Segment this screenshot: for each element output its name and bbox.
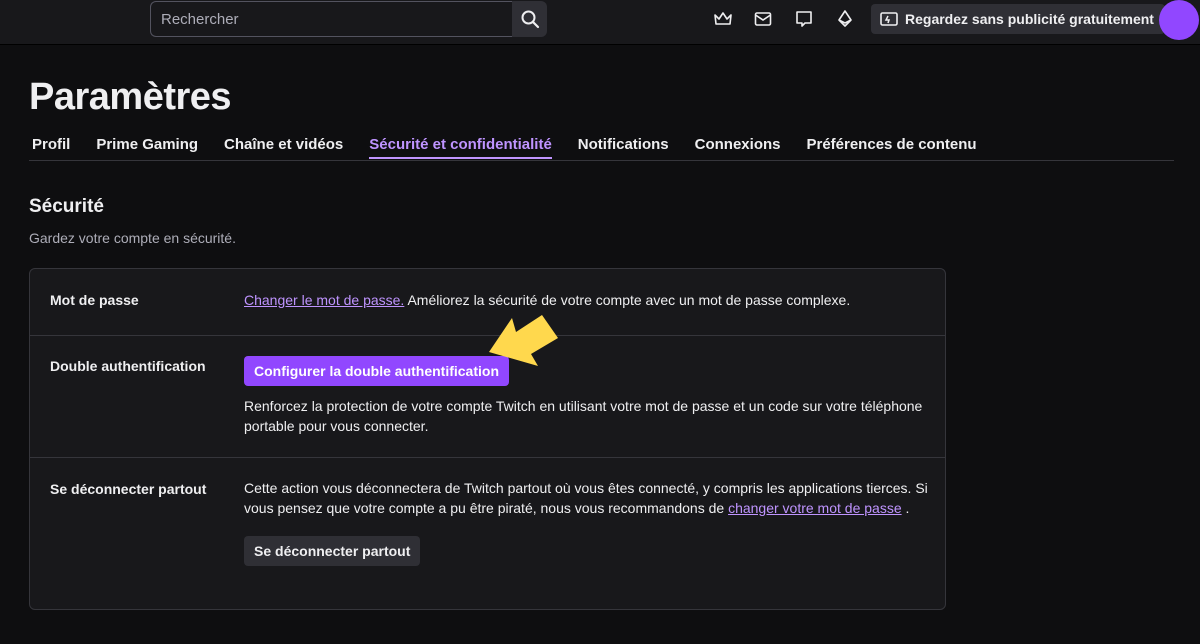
ad-free-button[interactable]: Regardez sans publicité gratuitement — [871, 4, 1165, 34]
ad-free-icon — [880, 12, 898, 26]
tab-profil[interactable]: Profil — [32, 127, 70, 159]
setup-two-factor-button[interactable]: Configurer la double authentification — [244, 356, 509, 386]
crown-icon[interactable] — [713, 9, 733, 29]
password-description: Améliorez la sécurité de votre compte av… — [404, 292, 851, 308]
logout-description: Cette action vous déconnectera de Twitch… — [244, 478, 934, 518]
page-title: Paramètres — [29, 76, 232, 118]
tab-prime-gaming[interactable]: Prime Gaming — [96, 127, 198, 159]
section-title: Sécurité — [29, 196, 104, 217]
ad-free-label: Regardez sans publicité gratuitement — [905, 11, 1154, 27]
password-content: Changer le mot de passe. Améliorez la sé… — [244, 290, 934, 310]
tab-securite-confidentialite[interactable]: Sécurité et confidentialité — [369, 127, 552, 159]
password-label: Mot de passe — [50, 292, 139, 308]
search-input[interactable] — [150, 1, 512, 37]
change-password-link[interactable]: Changer le mot de passe. — [244, 292, 404, 308]
logout-everywhere-content: Cette action vous déconnectera de Twitch… — [244, 478, 934, 566]
logout-everywhere-label: Se déconnecter partout — [50, 481, 207, 497]
search-button[interactable] — [512, 1, 547, 37]
settings-tabs: Profil Prime Gaming Chaîne et vidéos Séc… — [29, 127, 1174, 161]
change-password-inline-link[interactable]: changer votre mot de passe — [728, 500, 902, 516]
whispers-icon[interactable] — [794, 9, 814, 29]
search-bar — [150, 1, 547, 37]
top-nav-bar: Regardez sans publicité gratuitement — [0, 0, 1200, 44]
logout-everywhere-row: Se déconnecter partout Cette action vous… — [30, 457, 945, 609]
two-factor-content: Configurer la double authentification Re… — [244, 356, 934, 436]
tab-notifications[interactable]: Notifications — [578, 127, 669, 159]
two-factor-description: Renforcez la protection de votre compte … — [244, 398, 923, 434]
logout-description-end: . — [901, 500, 910, 516]
search-icon — [521, 10, 539, 29]
logout-everywhere-button[interactable]: Se déconnecter partout — [244, 536, 421, 566]
annotation-arrow-icon — [489, 315, 558, 366]
bits-icon[interactable] — [835, 9, 855, 29]
two-factor-label: Double authentification — [50, 358, 206, 374]
tab-chaine-videos[interactable]: Chaîne et vidéos — [224, 127, 343, 159]
tab-connexions[interactable]: Connexions — [695, 127, 781, 159]
tab-preferences-contenu[interactable]: Préférences de contenu — [806, 127, 976, 159]
inbox-icon[interactable] — [753, 9, 773, 29]
avatar[interactable] — [1159, 0, 1199, 40]
section-subtitle: Gardez votre compte en sécurité. — [29, 230, 236, 246]
